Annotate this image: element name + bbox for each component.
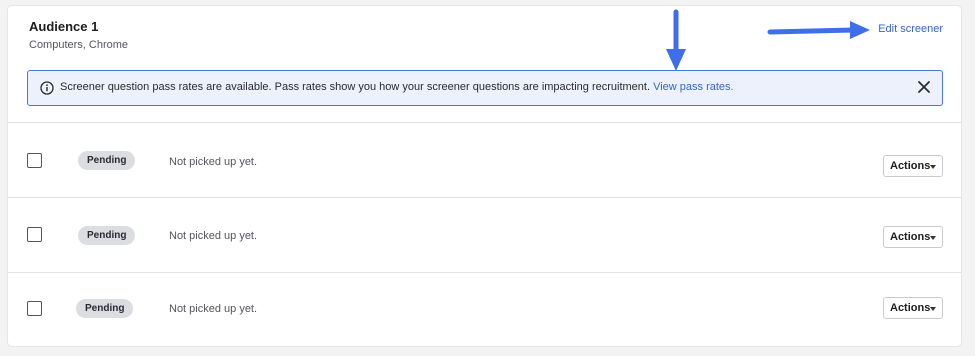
chevron-down-icon bbox=[930, 165, 936, 169]
row-status-text: Not picked up yet. bbox=[169, 156, 258, 168]
row-status-text: Not picked up yet. bbox=[169, 230, 258, 242]
banner-message: Screener question pass rates are availab… bbox=[60, 81, 734, 93]
row-checkbox[interactable] bbox=[27, 153, 42, 168]
audience-card: Audience 1 Computers, Chrome Edit screen… bbox=[8, 6, 961, 346]
row-checkbox[interactable] bbox=[27, 301, 42, 316]
annotation-arrow-right-icon bbox=[767, 21, 870, 39]
audience-subtitle: Computers, Chrome bbox=[29, 39, 129, 51]
actions-label: Actions bbox=[890, 231, 931, 243]
status-badge: Pending bbox=[76, 299, 134, 318]
close-icon[interactable] bbox=[916, 79, 932, 95]
info-circle-icon bbox=[40, 81, 54, 95]
actions-dropdown-button[interactable]: Actions bbox=[883, 226, 943, 248]
actions-label: Actions bbox=[890, 160, 931, 172]
table-row: Pending Not picked up yet. Actions bbox=[8, 123, 961, 198]
actions-label: Actions bbox=[890, 302, 931, 314]
status-badge: Pending bbox=[78, 226, 136, 245]
chevron-down-icon bbox=[930, 236, 936, 240]
pass-rates-banner: Screener question pass rates are availab… bbox=[27, 70, 943, 106]
audience-header: Audience 1 Computers, Chrome Edit screen… bbox=[8, 6, 961, 123]
table-row: Pending Not picked up yet. Actions bbox=[8, 198, 961, 273]
chevron-down-icon bbox=[930, 307, 936, 311]
banner-message-text: Screener question pass rates are availab… bbox=[60, 81, 651, 93]
edit-screener-link[interactable]: Edit screener bbox=[878, 23, 943, 35]
table-row: Pending Not picked up yet. Actions bbox=[8, 272, 961, 346]
status-badge: Pending bbox=[78, 151, 136, 170]
annotation-arrow-down-icon bbox=[666, 9, 686, 71]
row-status-text: Not picked up yet. bbox=[169, 303, 258, 315]
view-pass-rates-link[interactable]: View pass rates. bbox=[653, 81, 734, 93]
actions-dropdown-button[interactable]: Actions bbox=[883, 297, 943, 319]
row-checkbox[interactable] bbox=[27, 227, 42, 242]
audience-title: Audience 1 bbox=[29, 19, 99, 34]
actions-dropdown-button[interactable]: Actions bbox=[883, 155, 943, 177]
